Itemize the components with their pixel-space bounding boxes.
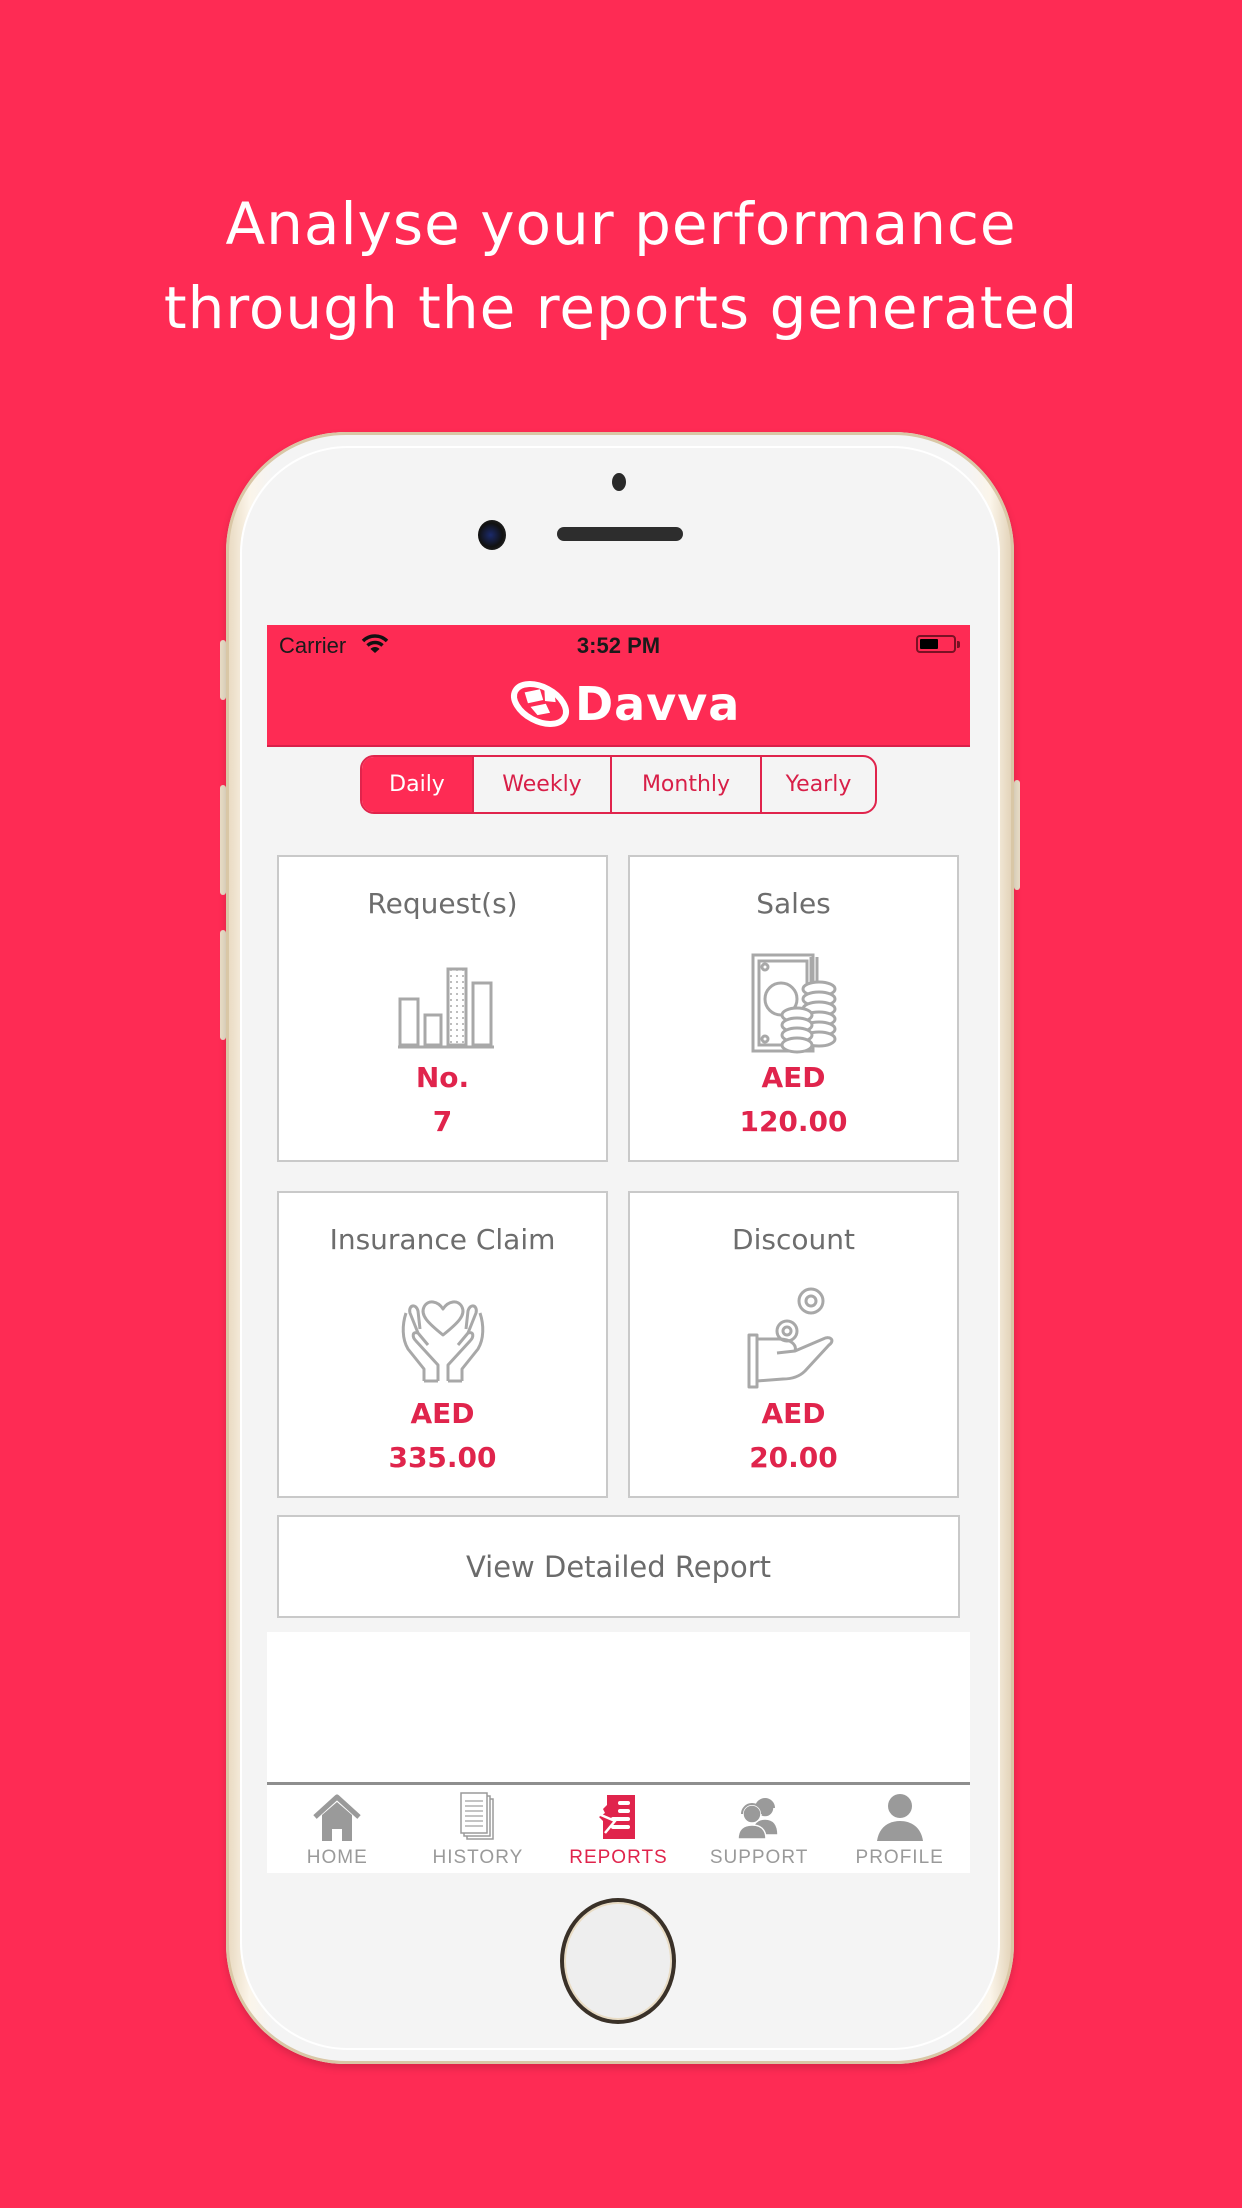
tab-history[interactable]: HISTORY <box>408 1785 549 1873</box>
discount-card[interactable]: Discount AED 20.00 <box>628 1191 959 1498</box>
tab-reports[interactable]: REPORTS <box>548 1785 689 1873</box>
card-title: Request(s) <box>367 887 518 920</box>
status-time: 3:52 PM <box>576 633 661 658</box>
tab-label: HOME <box>306 1847 368 1868</box>
headline-line-2: through the reports generated <box>163 274 1079 342</box>
earpiece-speaker <box>557 527 683 541</box>
card-unit: AED <box>761 1397 826 1430</box>
home-icon <box>313 1794 361 1841</box>
card-value: 335.00 <box>388 1441 497 1474</box>
tab-support[interactable]: SUPPORT <box>689 1785 830 1873</box>
card-unit: No. <box>415 1061 470 1094</box>
logo-mark-icon <box>511 681 569 727</box>
tab-monthly[interactable]: Monthly <box>610 757 760 812</box>
card-unit: AED <box>761 1061 826 1094</box>
bar-chart-icon <box>397 967 494 1049</box>
tab-profile[interactable]: PROFILE <box>829 1785 970 1873</box>
user-icon <box>876 1794 923 1841</box>
logo-text: Davva <box>575 677 741 731</box>
report-icon <box>599 1795 636 1839</box>
card-title: Sales <box>756 887 831 920</box>
tab-daily[interactable]: Daily <box>362 757 472 812</box>
hand-coins-icon <box>747 1287 833 1389</box>
battery-icon <box>916 635 960 653</box>
battery-tip <box>957 641 960 648</box>
tab-label: SUPPORT <box>709 1847 809 1868</box>
status-bar: Carrier 3:52 PM <box>267 625 970 665</box>
period-segmented-control: Daily Weekly Monthly Yearly <box>360 755 877 814</box>
battery-level <box>920 639 938 649</box>
home-button[interactable] <box>560 1898 676 2024</box>
app-logo: Davva <box>507 677 740 731</box>
sales-card[interactable]: Sales AED 120.00 <box>628 855 959 1162</box>
tab-home[interactable]: HOME <box>267 1785 408 1873</box>
money-coins-icon <box>751 953 836 1054</box>
support-agents-icon <box>737 1798 779 1840</box>
proximity-sensor <box>612 473 626 491</box>
card-value: 120.00 <box>739 1105 848 1138</box>
tab-label: PROFILE <box>855 1847 944 1868</box>
hands-heart-icon <box>401 1300 484 1383</box>
bottom-tab-bar: HOME HISTORY REPORTS SUPPORT PROFILE <box>267 1782 970 1873</box>
content-spacer <box>267 1632 970 1782</box>
card-value: 20.00 <box>749 1441 838 1474</box>
view-detailed-report-button[interactable]: View Detailed Report <box>277 1515 960 1618</box>
tab-label: REPORTS <box>569 1847 668 1868</box>
requests-card[interactable]: Request(s) No. 7 <box>277 855 608 1162</box>
tab-label: HISTORY <box>432 1847 524 1868</box>
app-screen: Carrier 3:52 PM Davva Daily Weekly Month… <box>267 625 970 1873</box>
power-button <box>1014 780 1020 890</box>
insurance-claim-card[interactable]: Insurance Claim AED 335.00 <box>277 1191 608 1498</box>
headline-line-1: Analyse your performance <box>225 190 1017 258</box>
tab-weekly[interactable]: Weekly <box>472 757 610 812</box>
documents-icon <box>460 1792 494 1840</box>
front-camera <box>478 520 506 550</box>
card-unit: AED <box>410 1397 475 1430</box>
headline: Analyse your performance through the rep… <box>0 182 1242 350</box>
card-title: Insurance Claim <box>329 1223 556 1256</box>
card-value: 7 <box>432 1105 453 1138</box>
card-title: Discount <box>732 1223 855 1256</box>
tab-yearly[interactable]: Yearly <box>760 757 875 812</box>
nav-bar: Davva <box>267 665 970 747</box>
